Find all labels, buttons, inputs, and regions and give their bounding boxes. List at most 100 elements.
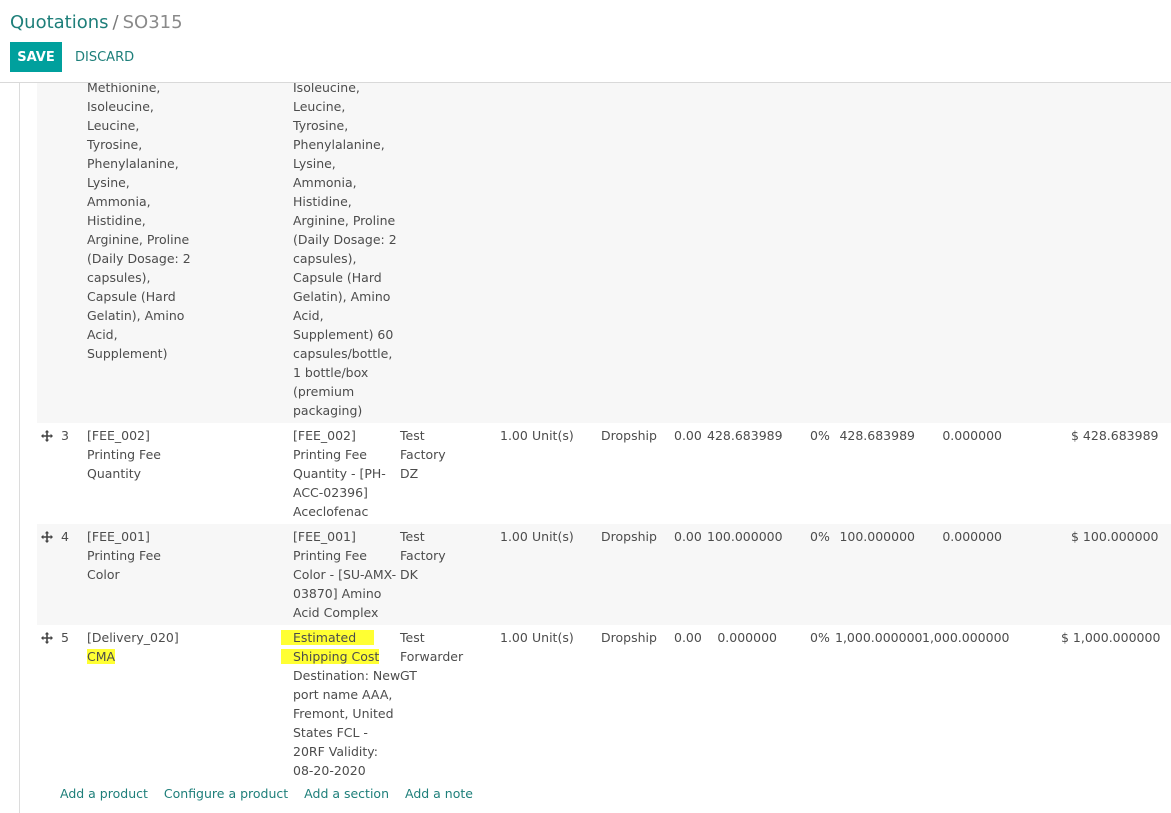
text-line: Phenylalanine,: [293, 137, 385, 152]
order-line-continued[interactable]: Methionine, Isoleucine, Leucine, Tyrosine, P…: [37, 83, 1171, 423]
description-line: Fremont, United: [293, 706, 394, 721]
text-line: Acid,: [87, 327, 118, 342]
order-line[interactable]: 3 [FEE_002] Printing Fee Quantity [FEE_002…: [37, 423, 1171, 524]
text-line: Quantity: [87, 466, 142, 481]
text-line: Ammonia,: [293, 175, 357, 190]
breadcrumb-quotations-link[interactable]: Quotations: [10, 12, 109, 33]
unit-price-cell[interactable]: 428.683989: [707, 426, 783, 445]
route-cell[interactable]: Dropship: [601, 527, 657, 546]
text-line: Supplement): [87, 346, 168, 361]
arrows-move-icon[interactable]: [41, 531, 53, 543]
add-product-link[interactable]: Add a product: [60, 786, 148, 801]
text-line: capsules/bottle,: [293, 346, 393, 361]
uom-cell[interactable]: Unit(s): [532, 527, 574, 546]
text-line: Printing Fee: [293, 548, 367, 563]
product-cell[interactable]: [FEE_001] Printing Fee Color: [87, 527, 161, 584]
description-cell: Isoleucine, Leucine, Tyrosine, Phenylalanin…: [293, 83, 397, 420]
quantity-cell[interactable]: 1.00: [500, 426, 528, 445]
vendor-cell[interactable]: Test Forwarder GT: [400, 628, 463, 685]
text-line: Arginine, Proline: [87, 232, 190, 247]
vendor-cell[interactable]: Test Factory DK: [400, 527, 446, 584]
margin-cell[interactable]: 0.000000: [922, 527, 1002, 546]
description-cell[interactable]: Estimated Shipping Cost Destination: New…: [281, 628, 400, 780]
text-line: Supplement) 60: [293, 327, 394, 342]
unit-price-cell[interactable]: 0.000000: [707, 628, 777, 647]
configure-product-link[interactable]: Configure a product: [164, 786, 288, 801]
text-line: Phenylalanine,: [87, 156, 179, 171]
add-note-link[interactable]: Add a note: [405, 786, 473, 801]
delivered-cell[interactable]: 0.00: [674, 628, 702, 647]
description-highlight-line-1: Estimated: [281, 630, 375, 645]
product-cell[interactable]: [Delivery_020] CMA: [87, 628, 179, 666]
unit-price-cell[interactable]: 100.000000: [707, 527, 783, 546]
cost-cell[interactable]: 1,000.000000: [835, 628, 922, 647]
route-cell[interactable]: Dropship: [601, 426, 657, 445]
uom-cell[interactable]: Unit(s): [532, 628, 574, 647]
text-line: [FEE_002]: [293, 428, 356, 443]
text-line: Tyrosine,: [293, 118, 349, 133]
text-line: [FEE_001]: [293, 529, 356, 544]
text-line: Test: [400, 428, 425, 443]
route-cell[interactable]: Dropship: [601, 628, 657, 647]
text-line: Printing Fee: [87, 447, 161, 462]
text-line: Gelatin), Amino: [87, 308, 185, 323]
product-code: [Delivery_020]: [87, 630, 179, 645]
form-sheet: Methionine, Isoleucine, Leucine, Tyrosine, P…: [19, 83, 1171, 813]
quantity-cell[interactable]: 1.00: [500, 628, 528, 647]
text-line: Factory: [400, 548, 446, 563]
text-line: (Daily Dosage: 2: [293, 232, 397, 247]
vendor-cell[interactable]: Test Factory DZ: [400, 426, 446, 483]
text-line: packaging): [293, 403, 363, 418]
description-cell[interactable]: [FEE_001] Printing Fee Color - [SU-AMX- 038…: [293, 527, 396, 622]
sequence-number: 5: [61, 630, 69, 645]
text-line: Isoleucine,: [293, 83, 360, 95]
text-line: Acid Complex: [293, 605, 379, 620]
quantity-cell[interactable]: 1.00: [500, 527, 528, 546]
text-line: Lysine,: [293, 156, 336, 171]
text-line: Leucine,: [293, 99, 346, 114]
sequence-number: 4: [61, 529, 69, 544]
text-line: Histidine,: [87, 213, 146, 228]
margin-cell[interactable]: 0.000000: [922, 426, 1002, 445]
text-line: capsules),: [293, 251, 357, 266]
text-line: [FEE_001]: [87, 529, 150, 544]
order-line-actions: Add a product Configure a product Add a se…: [60, 786, 489, 801]
order-line[interactable]: 5 [Delivery_020] CMA Estimated Shipping …: [37, 625, 1171, 783]
discount-cell[interactable]: 0%: [810, 527, 830, 546]
product-cell[interactable]: [FEE_002] Printing Fee Quantity: [87, 426, 161, 483]
order-line[interactable]: 4 [FEE_001] Printing Fee Color [FEE_001] Pr…: [37, 524, 1171, 625]
text-line: Histidine,: [293, 194, 352, 209]
discard-button[interactable]: DISCARD: [75, 42, 134, 72]
text-line: Ammonia,: [87, 194, 151, 209]
cost-cell[interactable]: 100.000000: [835, 527, 915, 546]
discount-cell[interactable]: 0%: [810, 628, 830, 647]
control-panel: Quotations / SO315 SAVE DISCARD: [0, 0, 1171, 83]
text-line: Test: [400, 630, 425, 645]
save-button[interactable]: SAVE: [10, 42, 62, 72]
sequence-number: 3: [61, 428, 69, 443]
arrows-move-icon[interactable]: [41, 632, 53, 644]
text-line: Acid,: [293, 308, 324, 323]
text-line: Printing Fee: [293, 447, 367, 462]
text-line: GT: [400, 668, 417, 683]
delivered-cell[interactable]: 0.00: [674, 527, 702, 546]
delivered-cell[interactable]: 0.00: [674, 426, 702, 445]
subtotal-cell: $ 1,000.000000: [1061, 630, 1161, 645]
description-cell[interactable]: [FEE_002] Printing Fee Quantity - [PH- ACC-…: [293, 426, 386, 521]
text-line: Lysine,: [87, 175, 130, 190]
breadcrumb: Quotations / SO315: [10, 12, 183, 34]
cost-cell[interactable]: 428.683989: [835, 426, 915, 445]
discount-cell[interactable]: 0%: [810, 426, 830, 445]
text-line: ACC-02396]: [293, 485, 368, 500]
text-line: Arginine, Proline: [293, 213, 396, 228]
description-line: Destination: New: [293, 668, 401, 683]
text-line: DZ: [400, 466, 419, 481]
margin-cell[interactable]: 1,000.000000: [922, 628, 1009, 647]
uom-cell[interactable]: Unit(s): [532, 426, 574, 445]
breadcrumb-current: SO315: [122, 12, 183, 33]
arrows-move-icon[interactable]: [41, 430, 53, 442]
add-section-link[interactable]: Add a section: [304, 786, 389, 801]
text-line: 03870] Amino: [293, 586, 382, 601]
description-line: 08-20-2020: [293, 763, 366, 778]
product-cell: Methionine, Isoleucine, Leucine, Tyrosine, P…: [87, 83, 191, 363]
